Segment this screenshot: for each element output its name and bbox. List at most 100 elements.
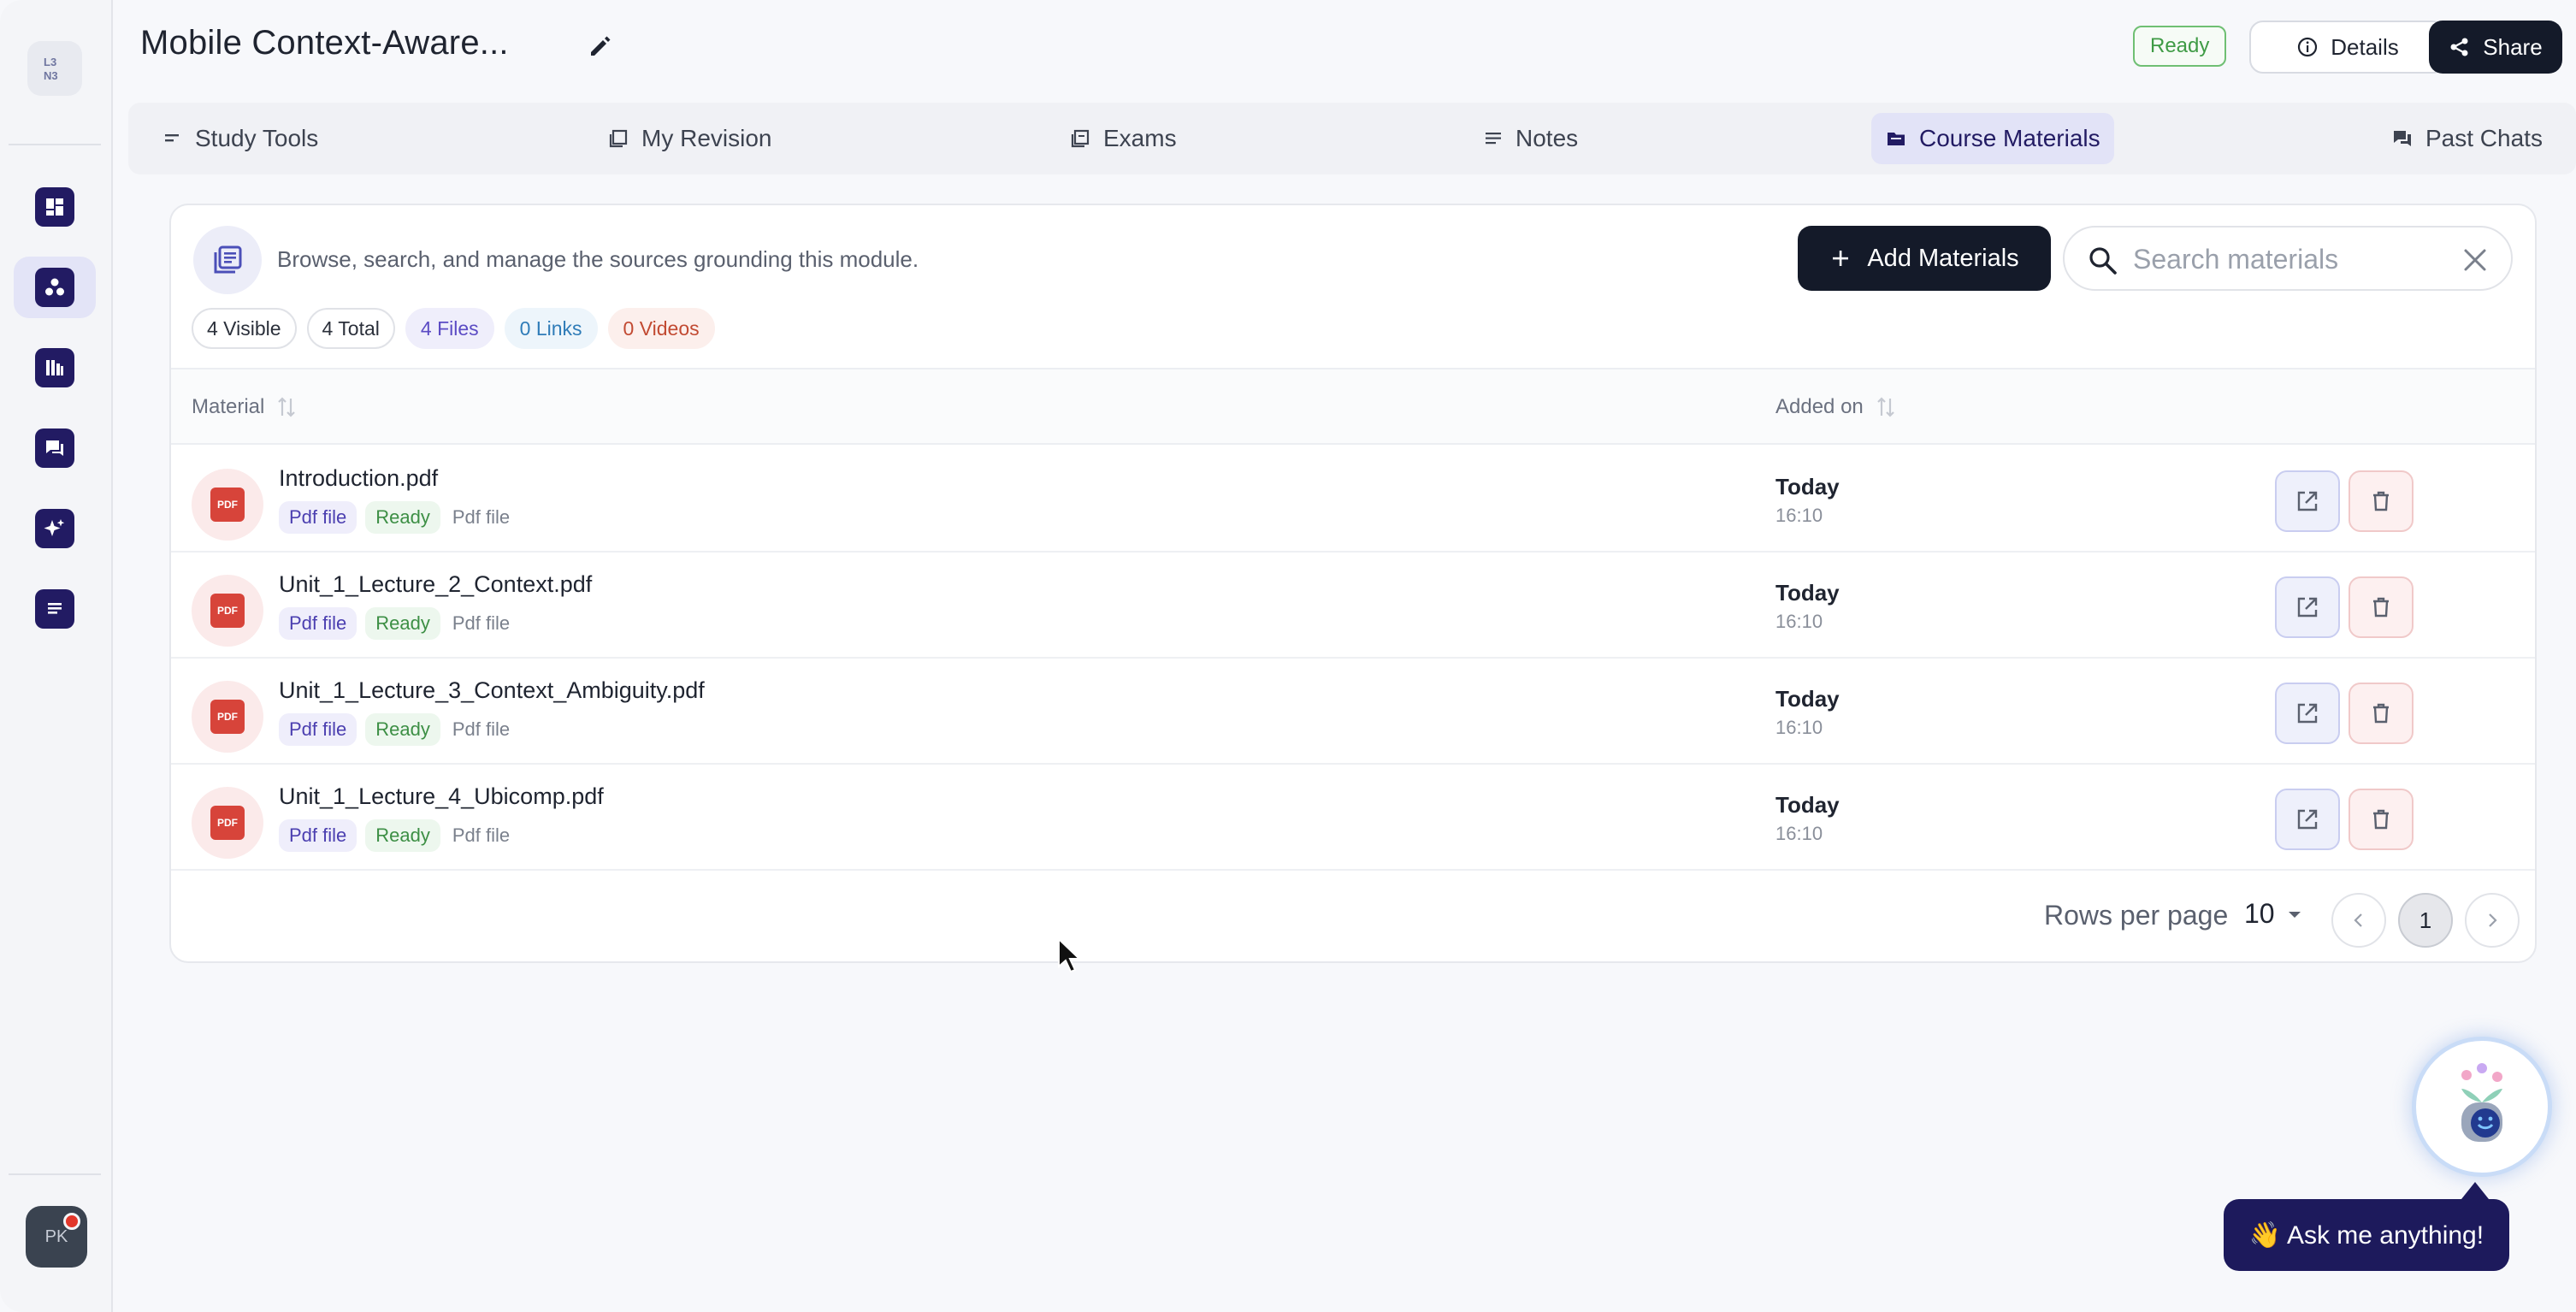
open-material-button[interactable] <box>2275 683 2340 744</box>
file-type-tag: Pdf file <box>279 819 357 852</box>
dashboard-icon <box>46 198 63 216</box>
close-icon[interactable] <box>2461 246 2489 274</box>
pdf-badge-label: PDF <box>210 594 245 628</box>
page-number-button[interactable]: 1 <box>2398 893 2453 948</box>
tab-label: Course Materials <box>1919 125 2100 151</box>
modules-icon <box>45 278 64 296</box>
tab-notes[interactable]: Notes <box>1469 113 1592 164</box>
file-kind-text: Pdf file <box>452 718 511 740</box>
avatar-initials: PK <box>44 1226 68 1246</box>
tab-study-tools[interactable]: Study Tools <box>149 113 332 164</box>
tab-course-materials[interactable]: Course Materials <box>1871 113 2114 164</box>
open-material-button[interactable] <box>2275 789 2340 850</box>
assistant-tooltip-arrow <box>2461 1182 2489 1199</box>
tab-my-revision[interactable]: My Revision <box>594 113 785 164</box>
add-materials-button[interactable]: Add Materials <box>1798 226 2051 291</box>
share-icon <box>2450 38 2468 56</box>
added-date: Today <box>1775 686 1840 712</box>
exam-icon <box>1071 129 1090 148</box>
file-name[interactable]: Unit_1_Lecture_3_Context_Ambiguity.pdf <box>279 677 705 704</box>
module-tabs: Study Tools My Revision Exams Notes Cour… <box>128 103 2576 174</box>
table-row[interactable]: PDF Unit_1_Lecture_2_Context.pdf Pdf fil… <box>171 553 2535 659</box>
pagination: Rows per page 10 1 <box>171 869 2535 961</box>
sidebar-divider <box>9 144 101 145</box>
sidebar-item-notes[interactable] <box>14 578 96 640</box>
user-avatar[interactable]: PK <box>26 1206 87 1268</box>
revision-icon <box>609 129 628 148</box>
rows-per-page-label: Rows per page <box>2044 900 2229 931</box>
logo-icon: L3 N3 <box>44 56 58 82</box>
tab-label: My Revision <box>641 125 772 151</box>
chevron-left-icon <box>2354 913 2362 927</box>
file-name[interactable]: Unit_1_Lecture_4_Ubicomp.pdf <box>279 783 604 810</box>
added-time: 16:10 <box>1775 823 1823 844</box>
library-books-icon <box>214 245 242 274</box>
added-time: 16:10 <box>1775 505 1823 526</box>
share-button[interactable]: Share <box>2429 21 2562 74</box>
column-material[interactable]: Material <box>192 395 297 419</box>
file-type-tag: Pdf file <box>279 501 357 534</box>
delete-material-button[interactable] <box>2349 789 2414 850</box>
chats-icon <box>46 440 63 456</box>
edit-title-icon[interactable] <box>587 33 614 60</box>
sidebar-item-library[interactable] <box>14 337 96 399</box>
total-count-chip: 4 Total <box>306 308 395 349</box>
materials-description: Browse, search, and manage the sources g… <box>277 246 919 272</box>
table-row[interactable]: PDF Unit_1_Lecture_4_Ubicomp.pdf Pdf fil… <box>171 765 2535 871</box>
file-kind-text: Pdf file <box>452 612 511 634</box>
pdf-file-icon: PDF <box>192 575 263 647</box>
file-status-tag: Ready <box>365 713 440 746</box>
column-material-label: Material <box>192 395 265 418</box>
assistant-avatar[interactable] <box>2412 1037 2552 1177</box>
list-icon <box>165 134 179 142</box>
delete-material-button[interactable] <box>2349 683 2414 744</box>
details-button[interactable]: Details <box>2249 21 2446 74</box>
chevron-right-icon <box>2489 913 2497 927</box>
rows-per-page-select[interactable]: 10 <box>2244 898 2304 930</box>
added-date: Today <box>1775 580 1840 606</box>
file-kind-text: Pdf file <box>452 824 511 846</box>
search-input[interactable] <box>2133 241 2441 277</box>
delete-material-button[interactable] <box>2349 470 2414 532</box>
trash-icon <box>2373 597 2389 618</box>
open-material-button[interactable] <box>2275 576 2340 638</box>
sidebar-item-ai[interactable] <box>14 498 96 559</box>
notification-dot <box>63 1213 80 1230</box>
sidebar-item-modules[interactable] <box>14 257 96 318</box>
column-added-on[interactable]: Added on <box>1775 395 1896 419</box>
share-label: Share <box>2483 33 2543 60</box>
app-logo[interactable]: L3 N3 <box>27 41 82 96</box>
svg-text:L3: L3 <box>44 56 56 68</box>
added-date: Today <box>1775 792 1840 818</box>
file-name[interactable]: Unit_1_Lecture_2_Context.pdf <box>279 571 592 598</box>
app-window: L3 N3 PK Mobile Context-Aware... Ready D… <box>0 0 2576 1312</box>
tab-exams[interactable]: Exams <box>1055 113 1191 164</box>
pdf-file-icon: PDF <box>192 787 263 859</box>
links-count-chip: 0 Links <box>504 308 598 349</box>
table-row[interactable]: PDF Introduction.pdf Pdf file Ready Pdf … <box>171 446 2535 553</box>
external-link-icon <box>2297 491 2318 511</box>
search-icon <box>2089 247 2117 275</box>
file-name[interactable]: Introduction.pdf <box>279 465 438 492</box>
sidebar-item-dashboard[interactable] <box>14 176 96 238</box>
pdf-badge-label: PDF <box>210 488 245 522</box>
rows-per-page-value: 10 <box>2244 898 2275 929</box>
added-time: 16:10 <box>1775 611 1823 632</box>
open-material-button[interactable] <box>2275 470 2340 532</box>
table-row[interactable]: PDF Unit_1_Lecture_3_Context_Ambiguity.p… <box>171 659 2535 765</box>
trash-icon <box>2373 809 2389 830</box>
file-type-tag: Pdf file <box>279 607 357 640</box>
trash-icon <box>2373 491 2389 511</box>
next-page-button[interactable] <box>2465 893 2520 948</box>
sidebar-item-chats[interactable] <box>14 417 96 479</box>
pdf-badge-label: PDF <box>210 806 245 840</box>
added-date: Today <box>1775 474 1840 499</box>
tab-label: Notes <box>1515 125 1579 151</box>
sidebar-divider-bottom <box>9 1173 101 1175</box>
ask-me-anything-button[interactable]: 👋 Ask me anything! <box>2224 1199 2509 1271</box>
previous-page-button[interactable] <box>2331 893 2386 948</box>
tab-past-chats[interactable]: Past Chats <box>2378 113 2556 164</box>
pdf-badge-label: PDF <box>210 700 245 734</box>
delete-material-button[interactable] <box>2349 576 2414 638</box>
pdf-file-icon: PDF <box>192 469 263 541</box>
